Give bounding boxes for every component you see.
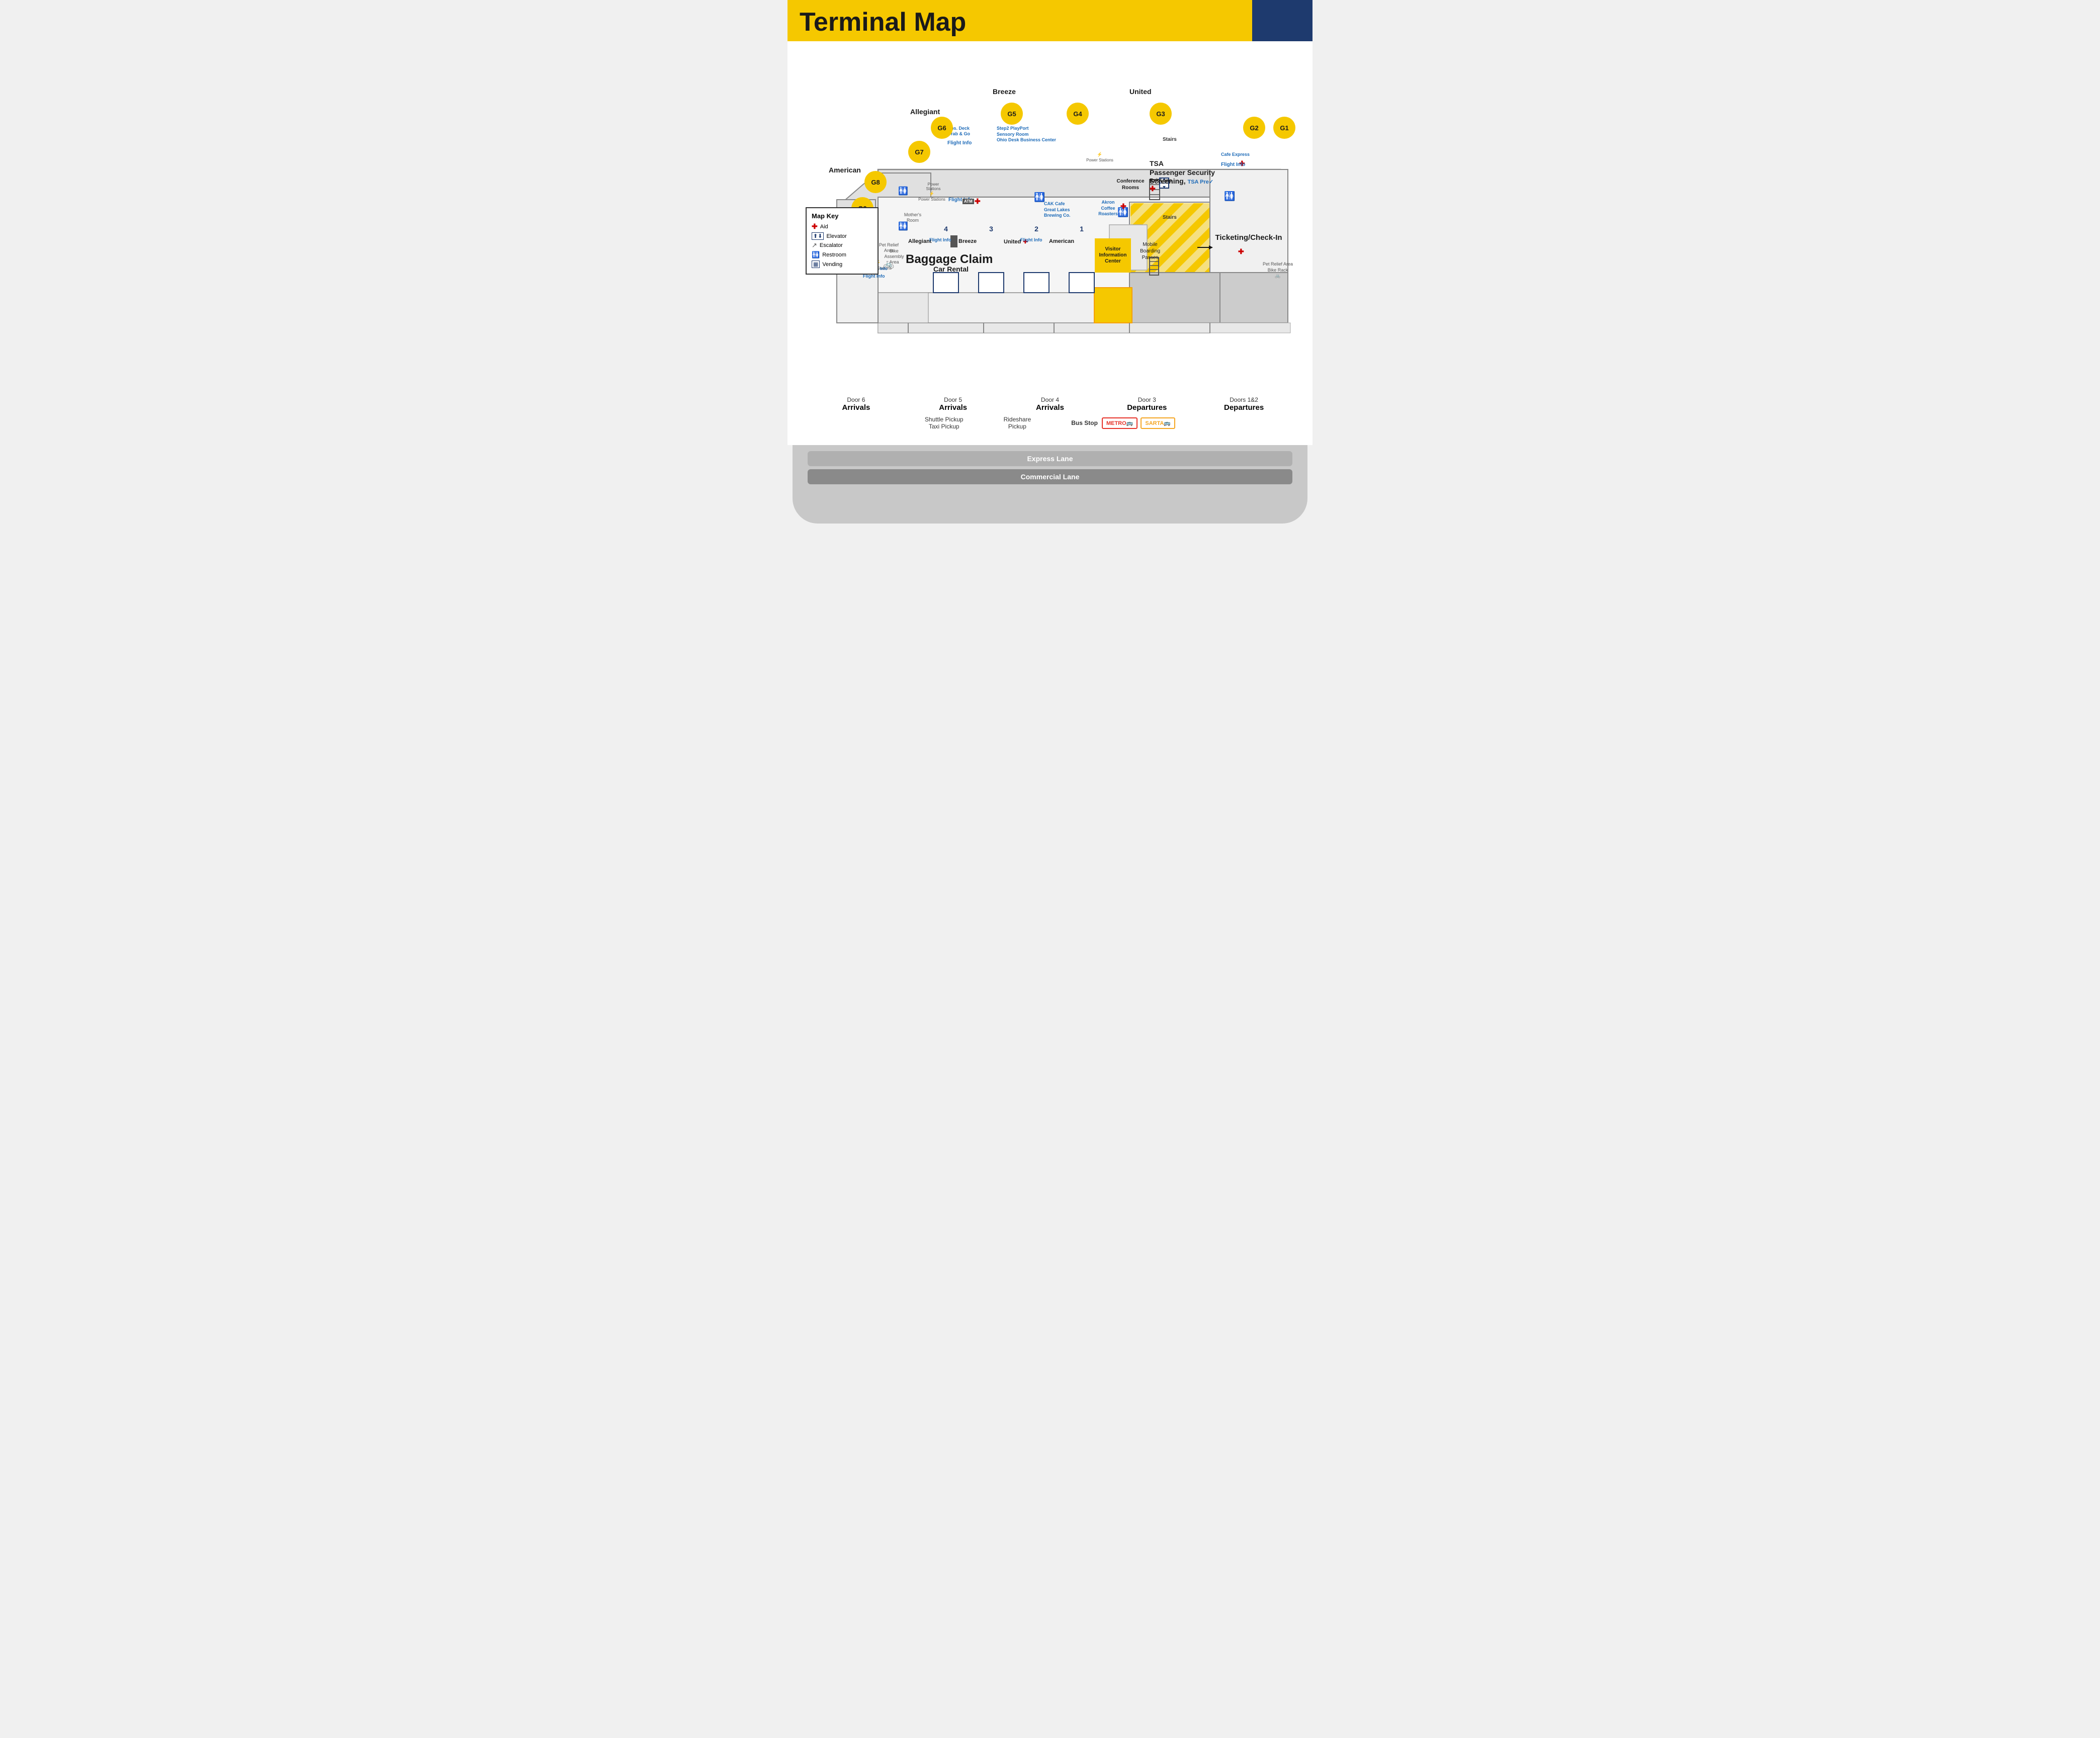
power-stations-g4: ⚡Power Stations	[1082, 152, 1117, 162]
door-6: Door 6 Arrivals	[808, 396, 905, 412]
airline-american: American	[829, 166, 861, 174]
carrier-allegiant: Allegiant	[908, 238, 931, 244]
restroom-g7: 🚻	[898, 186, 908, 196]
carousel-4: 4	[936, 225, 956, 233]
carousel-3: 3	[981, 225, 1001, 233]
aid-conference: ✚	[1120, 202, 1126, 211]
gate-g2: G2	[1243, 117, 1265, 139]
flight-info-c2: Flight Info	[1020, 235, 1042, 244]
commercial-lane: Commercial Lane	[808, 469, 1292, 484]
key-vending: ▦ Vending	[812, 260, 872, 268]
road-space	[808, 488, 1292, 513]
gate-g5: G5	[1001, 103, 1023, 125]
key-restroom: 🚻 Restroom	[812, 251, 872, 259]
airline-breeze: Breeze	[993, 88, 1016, 96]
header: Terminal Map	[788, 0, 1312, 41]
cafe-express: Cafe Express	[1221, 152, 1250, 157]
shuttle-pickup: Shuttle PickupTaxi Pickup	[925, 416, 964, 430]
carrier-american: American	[1049, 238, 1074, 244]
gate-g3: G3	[1150, 103, 1172, 125]
aid-ticketing: ✚	[1238, 247, 1244, 256]
bus-stop-label: Bus Stop	[1071, 419, 1098, 426]
door-5-type: Arrivals	[905, 403, 1002, 412]
door-5-label: Door 5	[905, 396, 1002, 403]
airline-allegiant: Allegiant	[910, 108, 940, 116]
visitor-center: VisitorInformationCenter	[1095, 238, 1131, 273]
carousel-1: 1	[1072, 225, 1092, 233]
restroom-mothers: 🚻	[898, 221, 908, 231]
airline-united: United	[1129, 88, 1152, 96]
page-title: Terminal Map	[800, 9, 966, 35]
map-key: Map Key ✚ Aid ⬆⬇ Elevator ↗ Escalator 🚻 …	[806, 207, 879, 275]
baggage-claim-title: Baggage Claim	[906, 252, 993, 267]
stairs-upper: Stairs	[1163, 137, 1177, 142]
power-stations-g7: ⚡Power Stations	[917, 191, 947, 202]
doors-12: Doors 1&2 Departures	[1195, 396, 1292, 412]
door-3-type: Departures	[1098, 403, 1195, 412]
ticketing: Ticketing/Check-In	[1211, 233, 1286, 242]
restroom-right: 🚻	[1224, 191, 1235, 202]
door-6-label: Door 6	[808, 396, 905, 403]
cak-cafe: CAK CafeGreat LakesBrewing Co.	[1044, 201, 1071, 219]
gate-g6: G6	[931, 117, 953, 139]
sarta-logo: SARTA🚌	[1141, 417, 1175, 429]
key-aid: ✚ Aid	[812, 222, 872, 231]
flight-info-g6: Flight Info	[947, 138, 972, 147]
gate-g4: G4	[1067, 103, 1089, 125]
step2-label: Step2 PlayPortSensory RoomOhio Desk Busi…	[997, 126, 1057, 143]
aid-g5-area: ✚	[975, 197, 981, 206]
tsa-title: TSAPassenger SecurityScreening, TSA Pre✓	[1150, 159, 1215, 186]
rideshare-pickup: RidesharePickup	[1004, 416, 1031, 430]
door-5: Door 5 Arrivals	[905, 396, 1002, 412]
gate-g8: G8	[864, 171, 887, 193]
power-stations-g7-small: Power Stations	[921, 182, 946, 191]
flight-info-c4: Flight Info	[929, 235, 951, 244]
pet-relief-bottom: Pet Relief AreaBike Rack🚲	[1260, 262, 1295, 279]
bus-stop-area: Bus Stop METRO🚌 SARTA🚌	[1071, 417, 1175, 429]
car-rental-label: Car Rental	[933, 265, 969, 273]
door-4-type: Arrivals	[1002, 403, 1099, 412]
stairs-lower: Stairs	[1163, 215, 1177, 220]
main-content: G1 G2 G3 G4 G5 G6 G7 G8 G9 Allegiant Bre…	[788, 41, 1312, 445]
conference-rooms: ConferenceRooms	[1113, 178, 1148, 191]
atm-label: ATM	[962, 199, 974, 204]
bus-logos: METRO🚌 SARTA🚌	[1102, 417, 1175, 429]
door-4: Door 4 Arrivals	[1002, 396, 1099, 412]
gate-g7: G7	[908, 141, 930, 163]
door-3-label: Door 3	[1098, 396, 1195, 403]
door-4-label: Door 4	[1002, 396, 1099, 403]
door-3: Door 3 Departures	[1098, 396, 1195, 412]
express-lane: Express Lane	[808, 451, 1292, 466]
flight-info-right: Flight Info	[1221, 159, 1245, 168]
carousel-2: 2	[1026, 225, 1046, 233]
mobile-boarding: MobileBoardingPasses	[1132, 241, 1168, 261]
road-section: Express Lane Commercial Lane	[793, 445, 1307, 524]
doors-12-label: Doors 1&2	[1195, 396, 1292, 403]
gate-g1: G1	[1273, 117, 1295, 139]
key-escalator: ↗ Escalator	[812, 241, 872, 249]
terminal-map: G1 G2 G3 G4 G5 G6 G7 G8 G9 Allegiant Bre…	[798, 51, 1302, 393]
metro-logo: METRO🚌	[1102, 417, 1138, 429]
map-key-title: Map Key	[812, 212, 872, 220]
doors-12-type: Departures	[1195, 403, 1292, 412]
transport-section: Shuttle PickupTaxi Pickup RidesharePicku…	[798, 413, 1302, 435]
key-elevator: ⬆⬇ Elevator	[812, 232, 872, 240]
carrier-breeze: Breeze	[958, 238, 977, 244]
door-6-type: Arrivals	[808, 403, 905, 412]
doors-section: Door 6 Arrivals Door 5 Arrivals Door 4 A…	[798, 393, 1302, 413]
header-blue-accent	[1252, 0, 1312, 41]
